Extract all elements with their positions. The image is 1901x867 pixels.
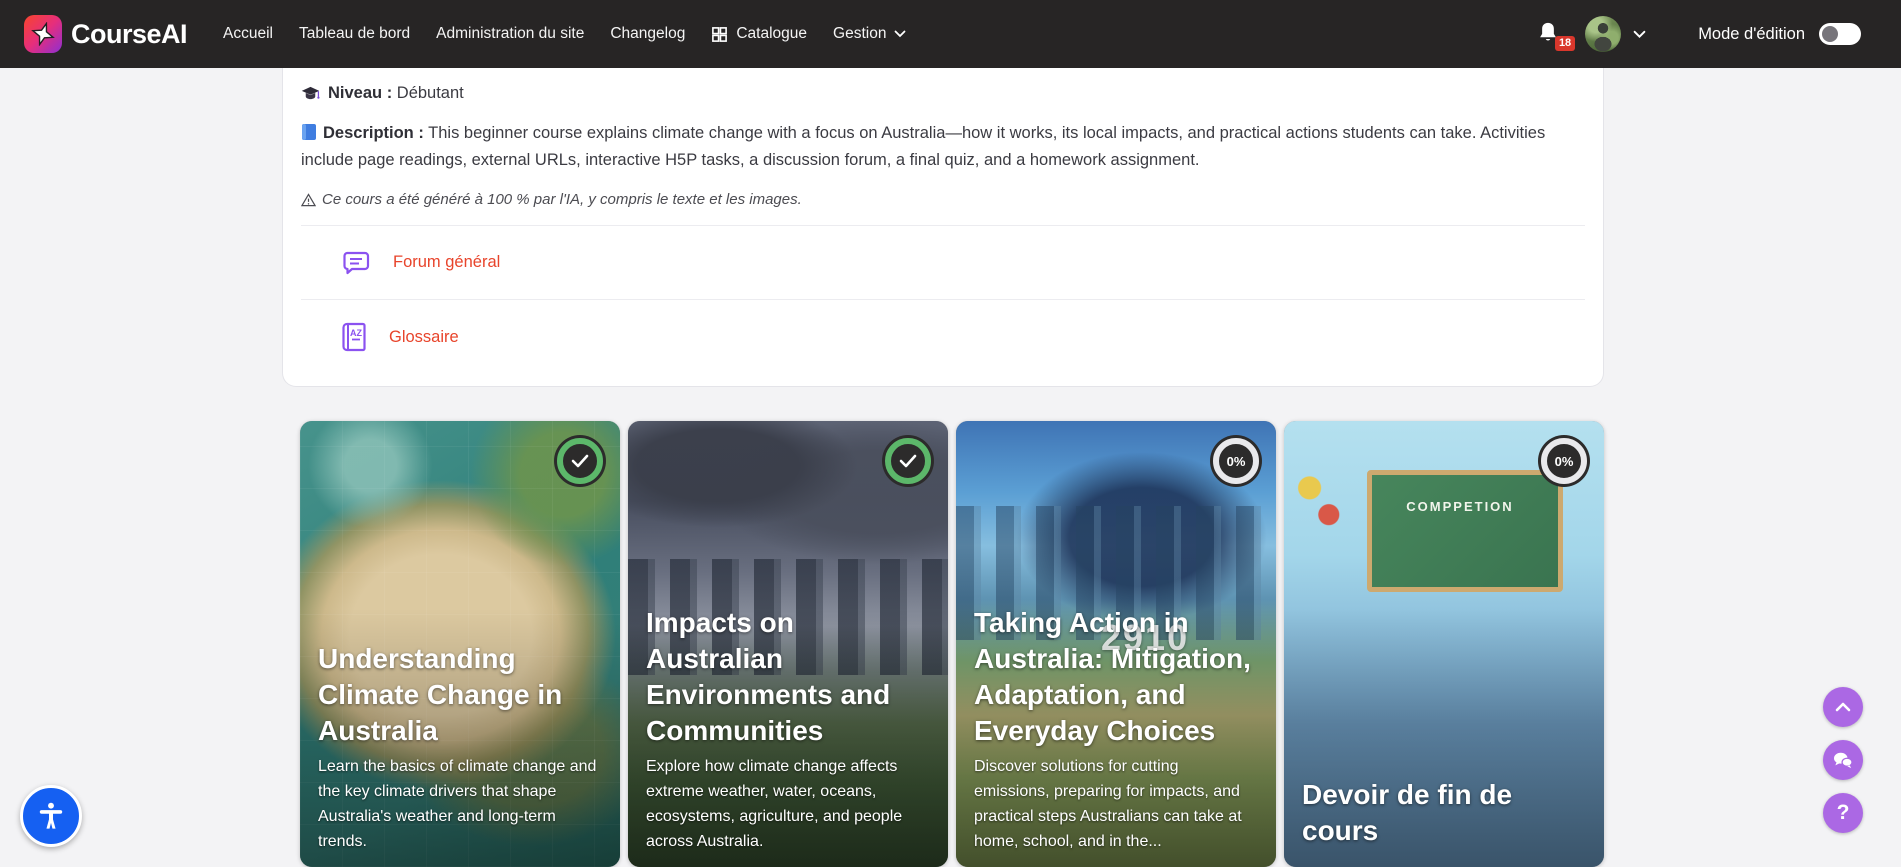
warning-icon — [301, 193, 316, 207]
nav-administration-du-site[interactable]: Administration du site — [436, 25, 584, 43]
completion-badge-check — [554, 435, 606, 487]
section-title: Impacts on Australian Environments and C… — [646, 605, 930, 749]
course-summary-panel: Niveau : Débutant Description : This beg… — [282, 68, 1604, 387]
course-description: Description : This beginner course expla… — [301, 120, 1585, 174]
main-navigation: Accueil Tableau de bord Administration d… — [223, 25, 906, 43]
chevron-down-icon — [894, 30, 906, 38]
check-icon — [899, 454, 917, 468]
level-label: Niveau : — [328, 84, 392, 102]
user-menu-chevron-icon[interactable] — [1633, 30, 1646, 39]
nav-changelog[interactable]: Changelog — [610, 25, 685, 43]
progress-badge-0: 0% — [1210, 435, 1262, 487]
nav-gestion[interactable]: Gestion — [833, 25, 906, 43]
progress-badge-0: 0% — [1538, 435, 1590, 487]
notifications-button[interactable]: 18 — [1537, 21, 1563, 47]
chat-button[interactable] — [1823, 740, 1863, 780]
scroll-to-top-button[interactable] — [1823, 687, 1863, 727]
nav-accueil-label: Accueil — [223, 25, 273, 43]
top-navbar: CourseAI Accueil Tableau de bord Adminis… — [0, 0, 1901, 68]
card-text: Impacts on Australian Environments and C… — [628, 605, 948, 867]
completion-badge-check — [882, 435, 934, 487]
section-title: Devoir de fin de cours — [1302, 777, 1586, 849]
progress-percent: 0% — [1227, 454, 1246, 469]
notification-count-badge: 18 — [1555, 36, 1575, 51]
nav-accueil[interactable]: Accueil — [223, 25, 273, 43]
accessibility-button[interactable] — [20, 785, 82, 847]
activity-glossary: AZ Glossaire — [301, 300, 1585, 374]
nav-tableau-label: Tableau de bord — [299, 25, 410, 43]
section-card-taking-action[interactable]: 2910 0% Taking Action in Australia: Miti… — [956, 421, 1276, 867]
toggle-knob — [1822, 26, 1838, 42]
card-text: Understanding Climate Change in Australi… — [300, 641, 620, 867]
glossary-link[interactable]: Glossaire — [389, 328, 459, 347]
section-card-understanding[interactable]: Understanding Climate Change in Australi… — [300, 421, 620, 867]
brand-name: CourseAI — [71, 19, 187, 50]
nav-tableau-de-bord[interactable]: Tableau de bord — [299, 25, 410, 43]
description-label: Description : — [323, 124, 424, 142]
edit-mode-toggle[interactable] — [1819, 23, 1861, 45]
card-text: Taking Action in Australia: Mitigation, … — [956, 605, 1276, 867]
chat-icon — [1832, 751, 1854, 769]
nav-catalogue[interactable]: Catalogue — [711, 25, 807, 43]
nav-gestion-label: Gestion — [833, 25, 886, 43]
courseai-logo-icon — [24, 15, 62, 53]
grid-icon — [711, 26, 728, 43]
help-button[interactable]: ? — [1823, 793, 1863, 833]
section-card-impacts[interactable]: Impacts on Australian Environments and C… — [628, 421, 948, 867]
progress-percent: 0% — [1555, 454, 1574, 469]
forum-link[interactable]: Forum général — [393, 253, 500, 272]
course-sections: Understanding Climate Change in Australi… — [300, 421, 1604, 867]
section-description: Discover solutions for cutting emissions… — [974, 754, 1258, 854]
course-level-row: Niveau : Débutant — [301, 84, 1585, 103]
blue-book-icon — [301, 123, 317, 141]
section-card-devoir[interactable]: COMPPETION 0% Devoir de fin de cours — [1284, 421, 1604, 867]
activity-forum: Forum général — [301, 226, 1585, 300]
section-title: Taking Action in Australia: Mitigation, … — [974, 605, 1258, 749]
section-description: Learn the basics of climate change and t… — [318, 754, 602, 854]
level-value: Débutant — [397, 84, 464, 102]
nav-administration-label: Administration du site — [436, 25, 584, 43]
card-text: Devoir de fin de cours — [1284, 777, 1604, 867]
section-title: Understanding Climate Change in Australi… — [318, 641, 602, 749]
section-description: Explore how climate change affects extre… — [646, 754, 930, 854]
ai-notice-text: Ce cours a été généré à 100 % par l'IA, … — [322, 191, 802, 208]
header-right: 18 Mode d'édition — [1537, 16, 1901, 52]
ai-generated-notice: Ce cours a été généré à 100 % par l'IA, … — [301, 191, 1585, 208]
chevron-up-icon — [1835, 702, 1851, 712]
nav-changelog-label: Changelog — [610, 25, 685, 43]
check-icon — [571, 454, 589, 468]
brand[interactable]: CourseAI — [24, 15, 187, 53]
glossary-icon: AZ — [341, 322, 367, 352]
accessibility-icon — [35, 800, 67, 832]
glossary-icon-text: AZ — [350, 328, 362, 338]
course-level-text: Niveau : Débutant — [328, 84, 464, 103]
description-text: This beginner course explains climate ch… — [301, 124, 1545, 169]
avatar[interactable] — [1585, 16, 1621, 52]
nav-catalogue-label: Catalogue — [736, 25, 807, 43]
forum-icon — [341, 248, 371, 278]
edit-mode-label: Mode d'édition — [1698, 25, 1805, 44]
graduation-cap-icon — [301, 86, 320, 102]
help-icon: ? — [1837, 801, 1850, 825]
